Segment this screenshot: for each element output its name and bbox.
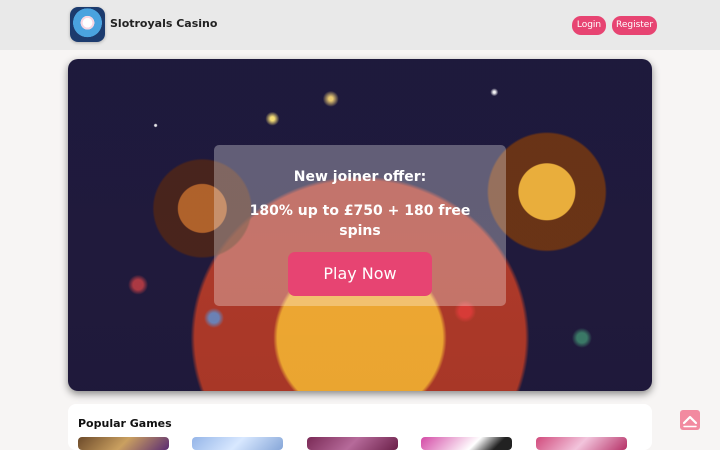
- game-thumbnail[interactable]: [536, 437, 627, 450]
- offer-title: New joiner offer:: [293, 169, 427, 185]
- game-thumbnail[interactable]: [192, 437, 283, 450]
- popular-games-section: Popular Games: [68, 404, 652, 450]
- casino-logo[interactable]: [70, 7, 105, 42]
- game-thumbnail[interactable]: [421, 437, 512, 450]
- game-thumbnail[interactable]: [307, 437, 398, 450]
- popular-games-title: Popular Games: [78, 417, 172, 430]
- brand-name: Slotroyals Casino: [110, 17, 218, 30]
- back-to-top-button[interactable]: [680, 410, 700, 430]
- offer-description: 180% up to £750 + 180 free spins: [249, 203, 471, 239]
- chevron-up-icon: [682, 415, 698, 428]
- register-button[interactable]: Register: [612, 16, 657, 35]
- game-thumbnail[interactable]: [78, 437, 169, 450]
- play-now-button[interactable]: Play Now: [288, 252, 432, 296]
- site-header: Slotroyals Casino Login Register: [0, 0, 720, 50]
- offer-panel: New joiner offer: 180% up to £750 + 180 …: [214, 145, 506, 306]
- login-button[interactable]: Login: [572, 16, 606, 35]
